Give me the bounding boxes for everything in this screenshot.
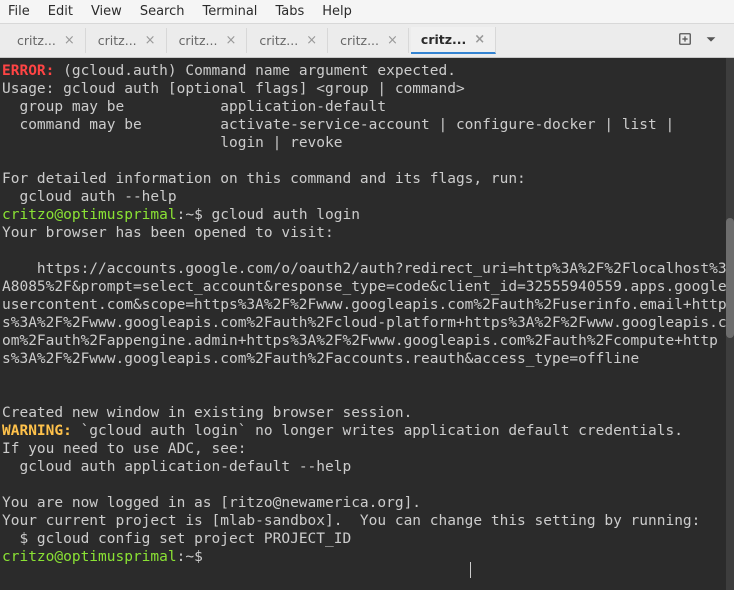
terminal-viewport[interactable]: ERROR: (gcloud.auth) Command name argume… xyxy=(0,58,734,590)
menu-help[interactable]: Help xyxy=(322,4,352,19)
menu-terminal[interactable]: Terminal xyxy=(202,4,257,19)
tab-label: critz... xyxy=(259,33,298,48)
terminal-tab-2[interactable]: critz... × xyxy=(88,28,167,53)
scrollbar-thumb[interactable] xyxy=(726,218,734,338)
warning-label: WARNING: xyxy=(2,423,72,439)
menu-file[interactable]: File xyxy=(8,4,30,19)
error-label: ERROR: xyxy=(2,63,54,79)
close-icon[interactable]: × xyxy=(387,34,398,47)
warning-text: `gcloud auth login` no longer writes app… xyxy=(72,423,683,439)
menu-tabs[interactable]: Tabs xyxy=(275,4,304,19)
prompt-path: ~ xyxy=(185,207,194,223)
tab-label: critz... xyxy=(340,33,379,48)
terminal-tab-1[interactable]: critz... × xyxy=(7,28,86,53)
text-cursor-icon xyxy=(470,562,471,578)
new-tab-icon[interactable] xyxy=(678,32,692,50)
terminal-tab-3[interactable]: critz... × xyxy=(169,28,248,53)
tab-actions xyxy=(678,32,728,50)
dropdown-icon[interactable] xyxy=(704,32,718,50)
prompt-path: ~ xyxy=(185,549,194,565)
tab-label: critz... xyxy=(98,33,137,48)
usage-text: Usage: gcloud auth [optional flags] <gro… xyxy=(2,81,674,205)
terminal-tab-5[interactable]: critz... × xyxy=(330,28,409,53)
prompt-cmd: $ xyxy=(194,549,211,565)
close-icon[interactable]: × xyxy=(145,34,156,47)
close-icon[interactable]: × xyxy=(225,34,236,47)
terminal-tab-6[interactable]: critz... × xyxy=(411,27,496,54)
menu-search[interactable]: Search xyxy=(140,4,185,19)
error-text: (gcloud.auth) Command name argument expe… xyxy=(54,63,456,79)
menu-edit[interactable]: Edit xyxy=(48,4,73,19)
tab-bar: critz... × critz... × critz... × critz..… xyxy=(0,24,734,58)
close-icon[interactable]: × xyxy=(306,34,317,47)
terminal-tab-4[interactable]: critz... × xyxy=(249,28,328,53)
menu-view[interactable]: View xyxy=(91,4,122,19)
prompt-user: critzo@optimusprimal xyxy=(2,207,177,223)
prompt-user: critzo@optimusprimal xyxy=(2,549,177,565)
tab-label: critz... xyxy=(179,33,218,48)
close-icon[interactable]: × xyxy=(474,33,485,46)
browser-opened-text: Your browser has been opened to visit: h… xyxy=(2,225,727,421)
menubar: File Edit View Search Terminal Tabs Help xyxy=(0,0,734,24)
adc-text: If you need to use ADC, see: gcloud auth… xyxy=(2,441,700,547)
tab-label: critz... xyxy=(421,32,466,47)
tab-label: critz... xyxy=(17,33,56,48)
scrollbar[interactable] xyxy=(726,58,734,590)
close-icon[interactable]: × xyxy=(64,34,75,47)
prompt-cmd: $ gcloud auth login xyxy=(194,207,360,223)
